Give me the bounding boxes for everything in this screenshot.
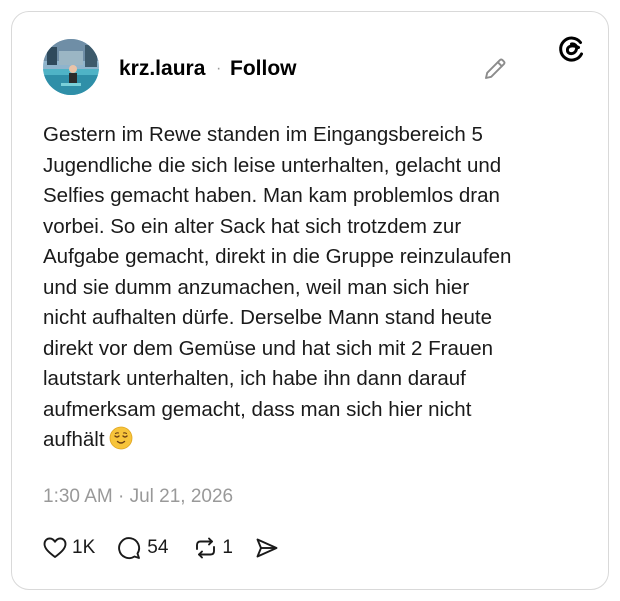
like-button[interactable]: 1K [43, 536, 95, 560]
post-text: Gestern im Rewe standen im Eingangsberei… [43, 120, 588, 460]
speech-bubble-icon [118, 537, 141, 560]
pencil-icon[interactable] [482, 56, 508, 82]
avatar[interactable] [43, 39, 99, 95]
send-icon [256, 538, 278, 558]
action-bar: 1K 54 1 [43, 534, 279, 562]
post-timestamp: 1:30 AM · Jul 21, 2026 [43, 486, 234, 507]
repost-arrows-icon [196, 537, 216, 559]
separator-dot: · [216, 60, 222, 77]
repost-count: 1 [222, 537, 233, 558]
relieved-face-emoji [109, 426, 133, 460]
username[interactable]: krz.laura [119, 56, 205, 82]
follow-button[interactable]: Follow [230, 56, 297, 82]
post-card: krz.laura · Follow Gestern im Rewe stand… [11, 11, 609, 590]
reply-button[interactable]: 54 [117, 536, 168, 560]
like-count: 1K [72, 537, 96, 558]
share-button[interactable] [255, 537, 279, 559]
threads-logo-icon[interactable] [557, 34, 587, 64]
repost-button[interactable]: 1 [193, 536, 233, 560]
heart-icon [43, 537, 67, 558]
post-body: Gestern im Rewe standen im Eingangsberei… [43, 123, 512, 451]
avatar-image [43, 39, 99, 95]
reply-count: 54 [147, 537, 169, 558]
